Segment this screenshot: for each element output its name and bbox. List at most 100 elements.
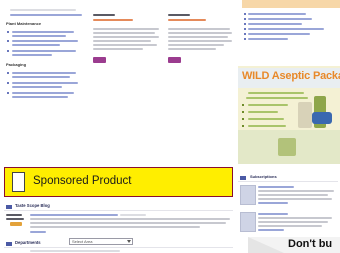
page-root: { "sponsored": { "label": "Sponsored Pro…: [0, 0, 340, 253]
right-link[interactable]: [248, 23, 302, 25]
bottom-right-ad[interactable]: Don't bu: [248, 237, 340, 253]
logo-word: [6, 214, 22, 216]
right-link[interactable]: [248, 18, 312, 20]
department-item[interactable]: [30, 250, 120, 252]
bullet: [244, 23, 246, 25]
bullet: [7, 82, 9, 84]
text-line: [168, 44, 224, 46]
magazine-cover[interactable]: [240, 185, 256, 205]
sidebar-link[interactable]: [12, 50, 76, 52]
newsletter-cover[interactable]: [240, 212, 256, 232]
bullet: [244, 38, 246, 40]
sidebar-link[interactable]: [12, 44, 60, 46]
sidebar-link[interactable]: [12, 76, 70, 78]
ad-feature-line: [248, 104, 288, 106]
text-line: [93, 40, 151, 42]
text-line: [258, 221, 328, 223]
text-line: [93, 32, 155, 34]
sidebar-link[interactable]: [12, 86, 62, 88]
text-line: [30, 218, 230, 220]
feature-heading: [168, 14, 190, 16]
select-value: Select Area: [72, 239, 93, 244]
ad-text-line: [248, 92, 304, 94]
post-date: [120, 214, 146, 216]
logo-word: [6, 218, 24, 220]
ad-feature-line: [248, 111, 278, 113]
bullet: [7, 92, 9, 94]
subscriptions-title: Subscriptions: [250, 174, 277, 179]
sidebar-link[interactable]: [12, 72, 76, 74]
bullet: [244, 18, 246, 20]
right-link[interactable]: [248, 13, 306, 15]
sidebar-link[interactable]: [12, 40, 78, 42]
subscription-link[interactable]: [258, 186, 294, 188]
bullet: [242, 111, 244, 113]
plant-maintenance-heading: Plant Maintenance: [6, 21, 42, 26]
package-image: [298, 102, 312, 128]
packaging-heading: Packaging: [6, 62, 27, 67]
sidebar-link[interactable]: [12, 96, 68, 98]
text-line: [30, 226, 200, 228]
text-line: [168, 40, 232, 42]
product-image-placeholder: [12, 172, 25, 192]
read-more-link[interactable]: [30, 231, 46, 233]
text-line: [30, 222, 226, 224]
brand-logo: [312, 112, 332, 124]
text-line: [258, 225, 322, 227]
bullet: [242, 104, 244, 106]
bullet: [242, 125, 244, 127]
text-line: [93, 28, 159, 30]
blog-title: Taste Scope Blog: [15, 203, 50, 208]
sidebar-link[interactable]: [12, 54, 52, 56]
right-link[interactable]: [248, 33, 310, 35]
sponsored-product-banner[interactable]: Sponsored Product: [4, 167, 233, 197]
feature-subheading[interactable]: [168, 19, 206, 21]
feature-heading: [93, 14, 115, 16]
bullet: [244, 13, 246, 15]
text-line: [93, 44, 157, 46]
bullet: [7, 50, 9, 52]
right-link[interactable]: [248, 38, 288, 40]
text-line: [258, 190, 334, 192]
blog-logo: [6, 213, 28, 227]
wild-aseptic-ad[interactable]: WILD Aseptic Packag: [238, 66, 340, 164]
sidebar-link[interactable]: [12, 35, 66, 37]
sidebar-link[interactable]: [12, 31, 74, 33]
ad-text-line: [246, 97, 308, 99]
bullet: [244, 28, 246, 30]
text-line: [10, 9, 76, 11]
text-line: [93, 48, 143, 50]
ad-graphic: [248, 237, 284, 253]
subscription-link[interactable]: [258, 229, 284, 231]
departments-select[interactable]: Select Area: [69, 238, 133, 245]
divider: [4, 210, 233, 211]
top-right-ad-strip[interactable]: [242, 0, 340, 8]
bullet: [242, 118, 244, 120]
ad-title: WILD Aseptic Packag: [242, 70, 340, 82]
divider: [4, 247, 233, 248]
subscription-link[interactable]: [258, 202, 288, 204]
blog-post-link[interactable]: [30, 214, 118, 216]
subscription-link[interactable]: [258, 213, 288, 215]
text-line: [168, 28, 230, 30]
right-link[interactable]: [248, 28, 324, 30]
more-button[interactable]: [168, 57, 181, 63]
chevron-down-icon: [127, 240, 131, 243]
link-line[interactable]: [10, 14, 82, 16]
text-line: [258, 217, 332, 219]
text-line: [168, 48, 216, 50]
subscriptions-icon: [240, 176, 246, 180]
bullet: [244, 33, 246, 35]
package-image: [278, 138, 296, 156]
feature-subheading[interactable]: [93, 19, 133, 21]
ad-feature-line: [248, 125, 286, 127]
sidebar-link[interactable]: [12, 92, 74, 94]
ad-headline: Don't bu: [288, 238, 333, 250]
bullet: [7, 31, 9, 33]
departments-icon: [6, 242, 12, 246]
blog-icon: [6, 205, 12, 209]
more-button[interactable]: [93, 57, 106, 63]
logo-accent: [10, 222, 22, 226]
departments-title: Departments: [15, 240, 41, 245]
sidebar-link[interactable]: [12, 82, 78, 84]
